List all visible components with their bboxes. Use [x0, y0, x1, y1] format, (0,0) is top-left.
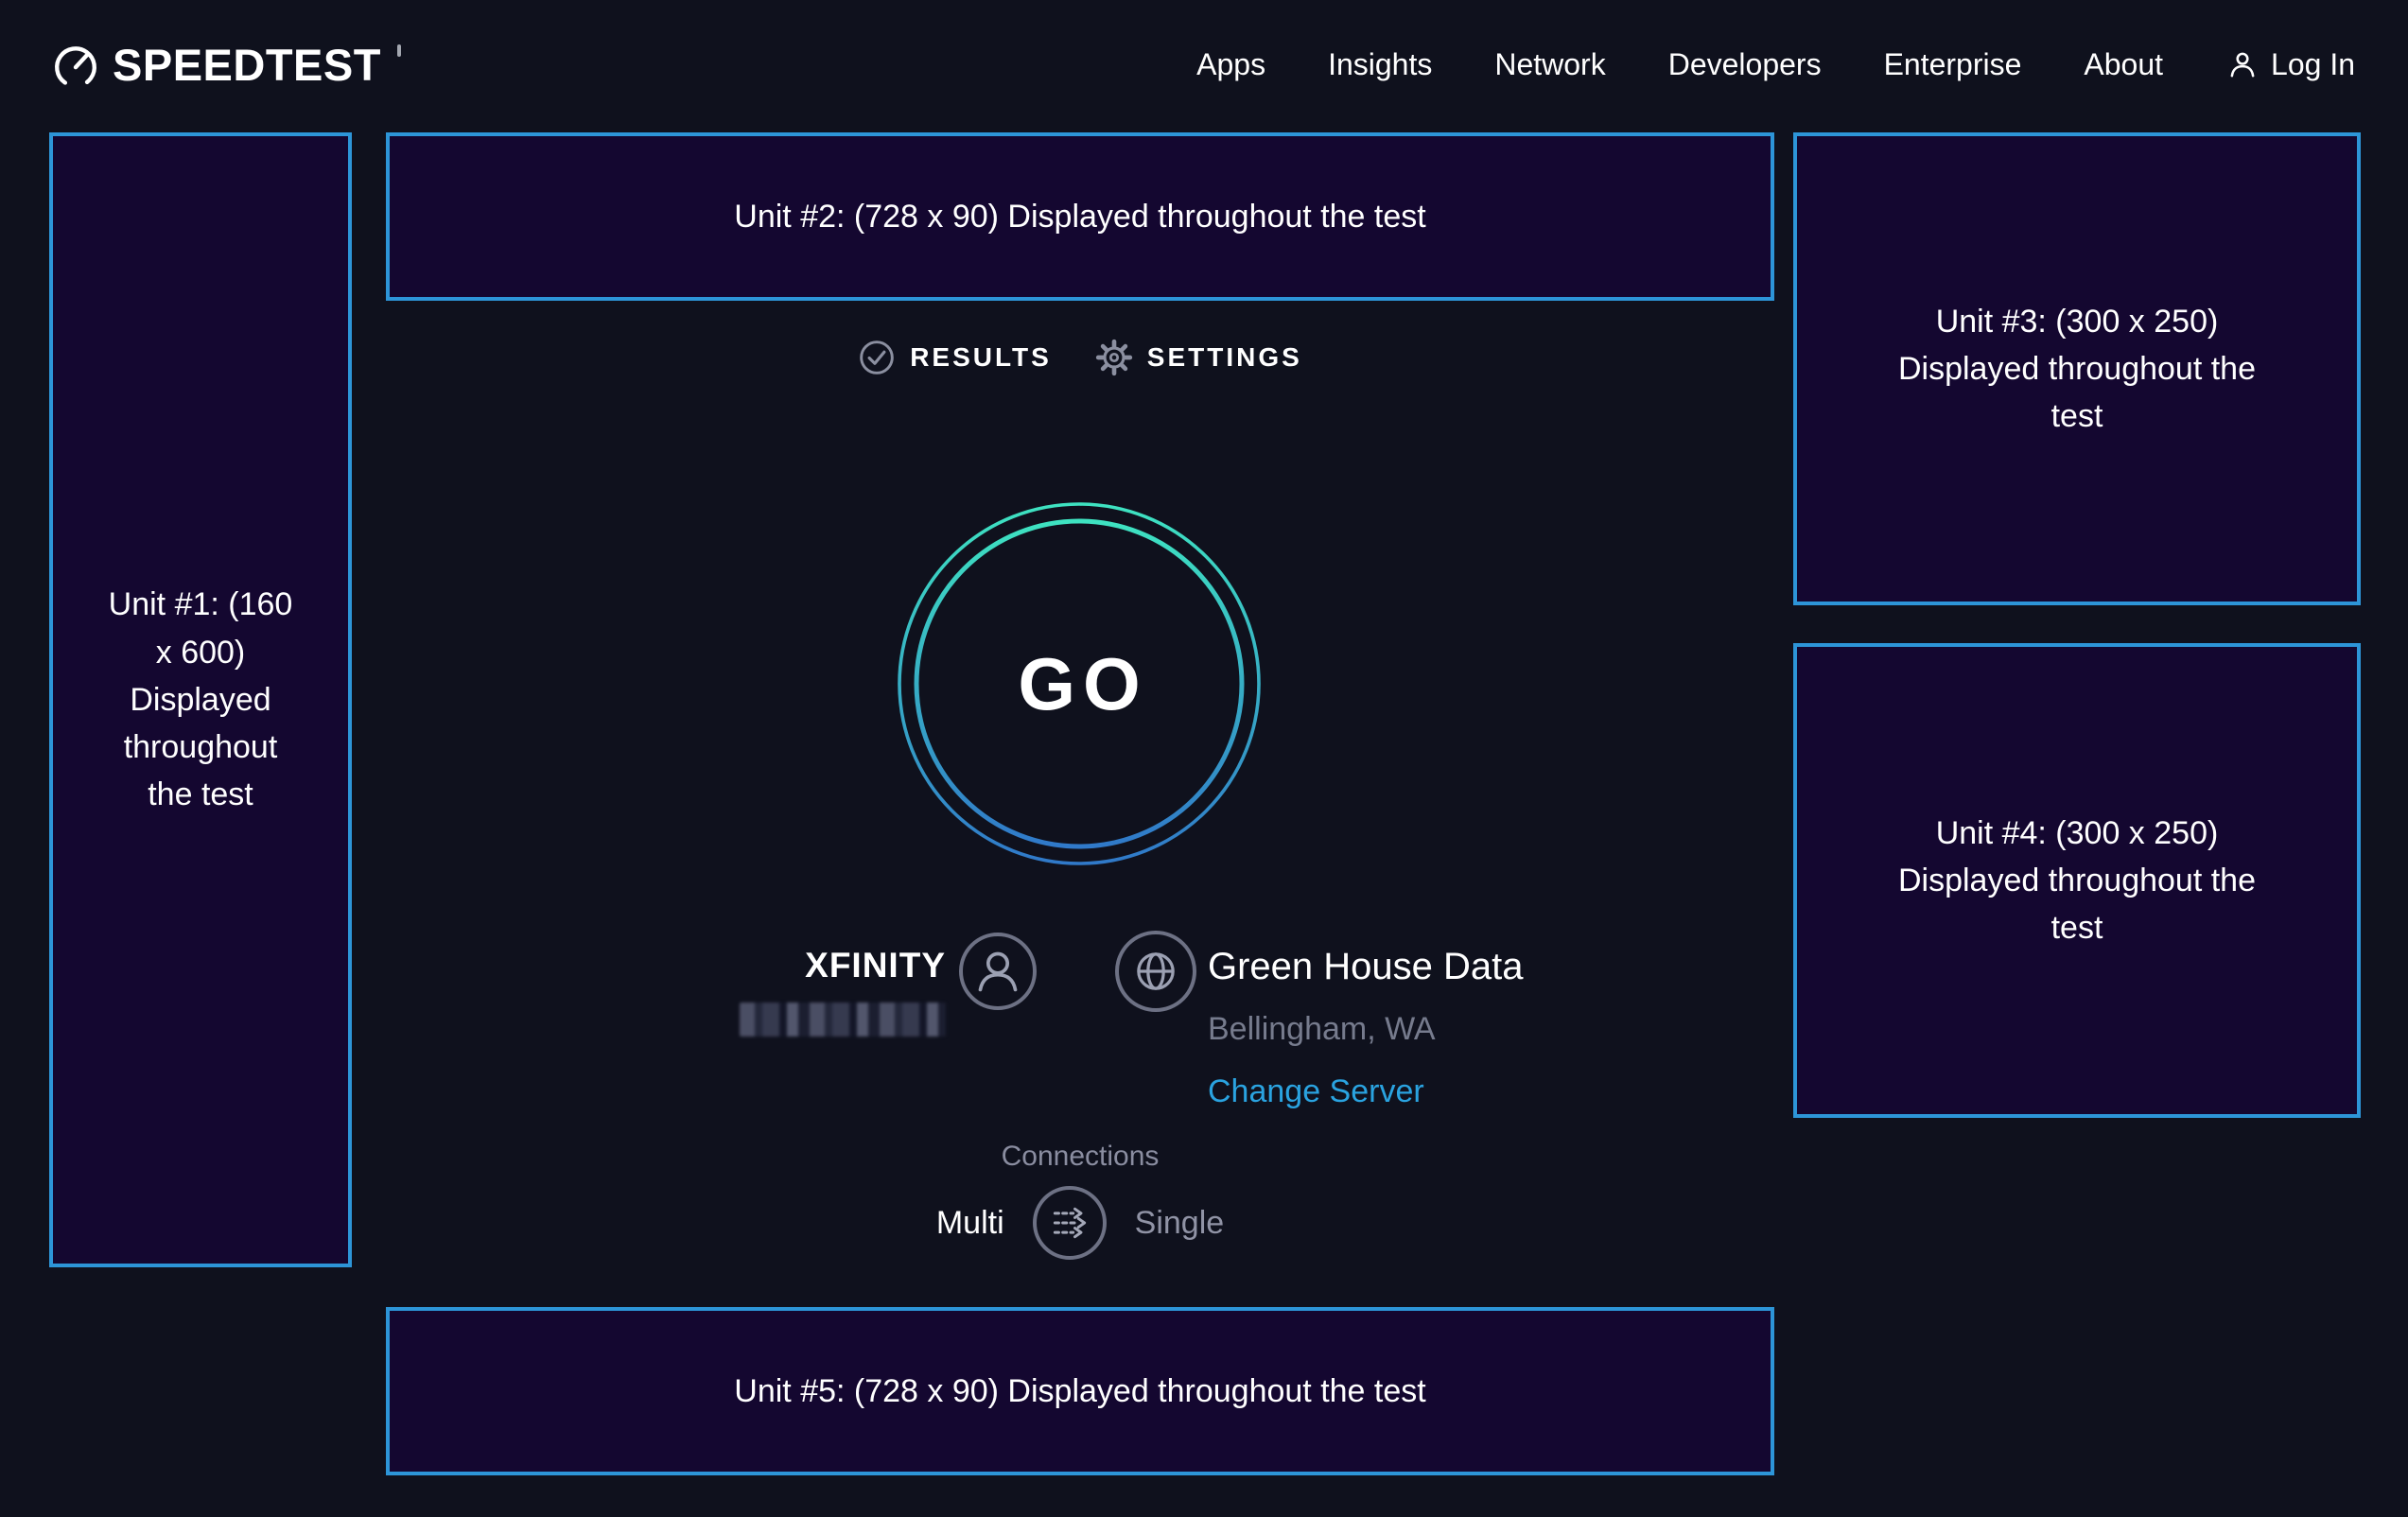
tab-results[interactable]: RESULTS: [858, 339, 1052, 376]
person-icon: [963, 936, 1033, 1006]
ad-unit-2: Unit #2: (728 x 90) Displayed throughout…: [386, 132, 1774, 301]
speedtest-logo[interactable]: SPEEDTEST: [52, 0, 401, 129]
connections-label: Connections: [386, 1141, 1774, 1173]
ad-unit-4: Unit #4: (300 x 250) Displayed throughou…: [1793, 643, 2361, 1118]
server-location: Bellingham, WA: [1208, 1011, 1524, 1048]
multi-arrows-icon: [1037, 1190, 1103, 1256]
globe-icon: [1115, 931, 1196, 1012]
globe-glyph: [1119, 934, 1193, 1008]
check-circle-icon: [858, 339, 896, 376]
user-icon: [2225, 47, 2260, 81]
tab-settings-label: SETTINGS: [1147, 342, 1302, 373]
gear-icon: [1095, 339, 1133, 376]
ad-unit-3: Unit #3: (300 x 250) Displayed throughou…: [1793, 132, 2361, 605]
nav-enterprise[interactable]: Enterprise: [1884, 47, 2022, 82]
speedometer-icon: [52, 41, 99, 88]
connection-multi-label[interactable]: Multi: [936, 1205, 1004, 1242]
isp-name: XFINITY: [567, 946, 946, 985]
go-button[interactable]: GO: [894, 498, 1265, 869]
ad-unit-1-text: Unit #1: (160 x 600) Displayed throughou…: [104, 581, 298, 819]
tab-settings[interactable]: SETTINGS: [1095, 339, 1302, 376]
connections-row: Multi Single: [386, 1182, 1774, 1264]
ad-unit-2-text: Unit #2: (728 x 90) Displayed throughout…: [734, 193, 1425, 240]
trademark-mark: [397, 44, 401, 57]
server-name: Green House Data: [1208, 946, 1524, 988]
server-info: Green House Data Bellingham, WA Change S…: [1208, 946, 1524, 1110]
view-tabs: RESULTS SETTINGS: [386, 339, 1774, 376]
isp-info: XFINITY: [567, 946, 946, 1037]
ad-unit-5-text: Unit #5: (728 x 90) Displayed throughout…: [734, 1368, 1425, 1415]
connection-single-label[interactable]: Single: [1135, 1205, 1225, 1242]
login-label: Log In: [2271, 47, 2355, 82]
nav-insights[interactable]: Insights: [1328, 47, 1432, 82]
change-server-link[interactable]: Change Server: [1208, 1073, 1424, 1110]
nav-about[interactable]: About: [2084, 47, 2163, 82]
ad-unit-1: Unit #1: (160 x 600) Displayed throughou…: [49, 132, 352, 1267]
header: SPEEDTEST Apps Insights Network Develope…: [0, 0, 2408, 129]
ad-unit-4-text: Unit #4: (300 x 250) Displayed throughou…: [1892, 810, 2262, 952]
tab-results-label: RESULTS: [910, 342, 1052, 373]
logo-wordmark: SPEEDTEST: [113, 39, 381, 91]
nav-apps[interactable]: Apps: [1196, 47, 1265, 82]
go-button-label: GO: [894, 498, 1265, 869]
person-circle-icon: [959, 933, 1037, 1010]
main-nav: Apps Insights Network Developers Enterpr…: [1196, 0, 2355, 129]
redacted-ip-address: [740, 1003, 946, 1037]
login-link[interactable]: Log In: [2225, 47, 2355, 82]
ad-unit-3-text: Unit #3: (300 x 250) Displayed throughou…: [1892, 298, 2262, 441]
nav-developers[interactable]: Developers: [1668, 47, 1822, 82]
nav-network[interactable]: Network: [1494, 47, 1605, 82]
connection-mode-toggle[interactable]: [1033, 1186, 1107, 1260]
ad-unit-5: Unit #5: (728 x 90) Displayed throughout…: [386, 1307, 1774, 1475]
